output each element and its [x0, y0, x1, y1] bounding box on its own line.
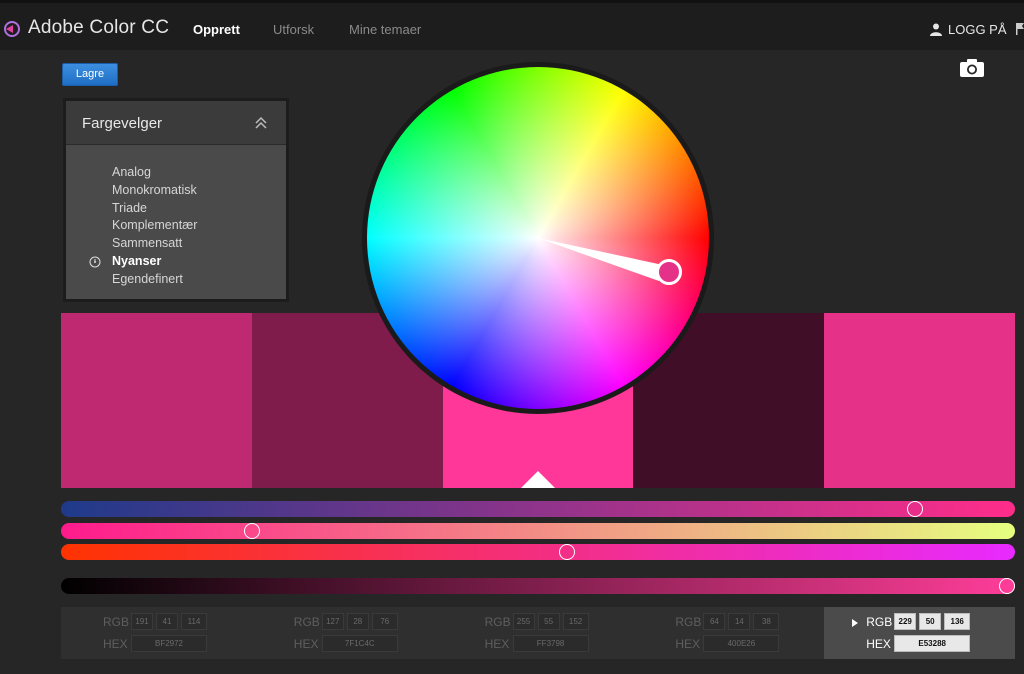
rule-analog[interactable]: Analog — [112, 164, 197, 182]
rule-label: Nyanser — [112, 253, 162, 268]
values-swatch-4: RGB 64 14 38 HEX 400E26 — [633, 607, 825, 659]
r-field[interactable]: 229 — [894, 613, 917, 630]
color-values-row: RGB 191 41 114 HEX BF2972 RGB 127 28 76 … — [61, 607, 1015, 659]
b-field[interactable]: 114 — [181, 613, 207, 630]
rgb-label: RGB — [293, 615, 320, 629]
hex-field[interactable]: BF2972 — [131, 635, 207, 652]
rgb-label: RGB — [484, 615, 511, 629]
b-field[interactable]: 38 — [753, 613, 780, 630]
g-field[interactable]: 55 — [537, 613, 560, 630]
camera-icon[interactable] — [958, 56, 986, 80]
wheel-handle-spoke — [538, 238, 663, 281]
values-swatch-2: RGB 127 28 76 HEX 7F1C4C — [251, 607, 443, 659]
hex-label: HEX — [293, 637, 319, 651]
hex-label: HEX — [866, 637, 891, 651]
rule-label: Monokromatisk — [112, 182, 197, 197]
color-wheel[interactable] — [362, 62, 714, 414]
swatch-1[interactable] — [61, 313, 252, 488]
rule-label: Sammensatt — [112, 236, 183, 251]
slider-1[interactable] — [61, 501, 1015, 517]
login-label: LOGG PÅ — [948, 22, 1007, 37]
slider-thumb[interactable] — [243, 523, 260, 539]
rule-sammensatt[interactable]: Sammensatt — [112, 235, 197, 253]
slider-thumb[interactable] — [999, 578, 1015, 594]
values-swatch-5: RGB 229 50 136 HEX E53288 — [824, 607, 1015, 659]
color-rule-list: Analog Monokromatisk Triade Komplementær… — [89, 164, 197, 289]
b-field[interactable]: 152 — [562, 613, 589, 630]
flag-icon[interactable] — [1016, 23, 1024, 35]
swatch-5[interactable] — [824, 313, 1015, 488]
radio-selected-icon — [89, 256, 101, 268]
color-rule-title: Fargevelger — [82, 115, 163, 132]
rule-label: Analog — [112, 165, 151, 179]
app-title[interactable]: Adobe Color CC — [28, 17, 169, 39]
rule-monokromatisk[interactable]: Monokromatisk — [112, 182, 197, 200]
b-field[interactable]: 76 — [371, 613, 398, 630]
wheel-base-handle[interactable] — [656, 259, 682, 285]
nav-mine-temaer[interactable]: Mine temaer — [349, 22, 421, 37]
color-wheel-handles — [538, 238, 682, 285]
hex-label: HEX — [103, 637, 128, 651]
r-field[interactable]: 127 — [321, 613, 344, 630]
rule-egendefinert[interactable]: Egendefinert — [112, 271, 197, 289]
hex-field[interactable]: FF3798 — [512, 635, 589, 652]
slider-2[interactable] — [61, 523, 1015, 539]
collapse-chevron-icon[interactable] — [254, 115, 268, 131]
hex-field[interactable]: 7F1C4C — [321, 635, 398, 652]
hex-field[interactable]: 400E26 — [703, 635, 780, 652]
rgb-label: RGB — [866, 615, 893, 629]
nav-utforsk[interactable]: Utforsk — [273, 22, 314, 37]
slider-3[interactable] — [61, 544, 1015, 560]
values-swatch-3: RGB 255 55 152 HEX FF3798 — [442, 607, 634, 659]
base-color-arrow-icon — [852, 619, 859, 627]
user-icon — [930, 23, 942, 36]
hex-label: HEX — [675, 637, 701, 651]
hex-label: HEX — [484, 637, 510, 651]
rgb-label: RGB — [103, 615, 130, 629]
values-swatch-1: RGB 191 41 114 HEX BF2972 — [61, 607, 252, 659]
r-field[interactable]: 64 — [703, 613, 726, 630]
rule-triade[interactable]: Triade — [112, 200, 197, 218]
base-color-marker-icon — [521, 471, 555, 488]
rule-label: Triade — [112, 200, 147, 215]
rule-nyanser[interactable]: Nyanser — [89, 253, 197, 271]
rgb-label: RGB — [675, 615, 702, 629]
rule-komplementaer[interactable]: Komplementær — [112, 217, 197, 235]
r-field[interactable]: 255 — [512, 613, 535, 630]
brightness-slider[interactable] — [61, 578, 1015, 594]
nav-opprett[interactable]: Opprett — [193, 22, 240, 37]
r-field[interactable]: 191 — [131, 613, 153, 630]
adobe-color-logo-icon[interactable] — [2, 19, 22, 39]
login-button[interactable]: LOGG PÅ — [930, 22, 1007, 37]
color-rule-panel: Fargevelger Analog Monokromatisk Triade … — [63, 98, 289, 302]
color-rule-header[interactable]: Fargevelger — [66, 101, 286, 145]
g-field[interactable]: 41 — [156, 613, 178, 630]
rule-label: Egendefinert — [112, 271, 183, 286]
slider-thumb[interactable] — [558, 544, 575, 560]
g-field[interactable]: 50 — [919, 613, 942, 630]
top-bar: Adobe Color CC Opprett Utforsk Mine tema… — [0, 0, 1024, 50]
rule-label: Komplementær — [112, 218, 198, 233]
g-field[interactable]: 14 — [728, 613, 751, 630]
b-field[interactable]: 136 — [944, 613, 971, 630]
save-button[interactable]: Lagre — [62, 63, 118, 86]
hex-field[interactable]: E53288 — [894, 635, 971, 652]
slider-thumb[interactable] — [906, 501, 923, 517]
g-field[interactable]: 28 — [346, 613, 369, 630]
